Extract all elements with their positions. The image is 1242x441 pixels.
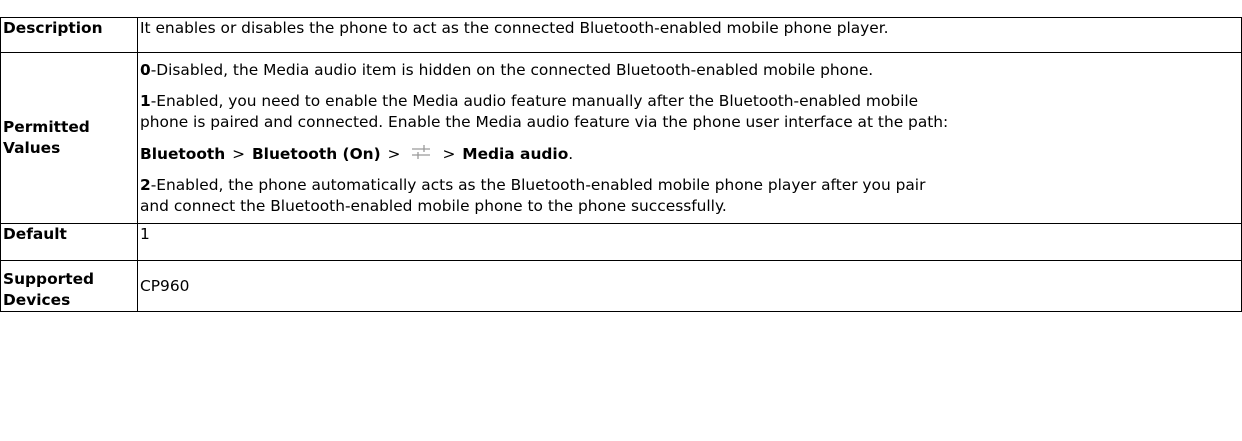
supported-devices-value: CP960 bbox=[137, 260, 1242, 312]
path-step-media-audio: Media audio bbox=[462, 145, 569, 163]
table-row-default: Default 1 bbox=[0, 223, 1242, 261]
option-0-text: -Disabled, the Media audio item is hidde… bbox=[150, 61, 874, 79]
description-label: Description bbox=[0, 17, 138, 53]
option-2-value: 2 bbox=[140, 176, 151, 194]
table-row-permitted-values: Permitted Values 0-Disabled, the Media a… bbox=[0, 52, 1242, 224]
default-label: Default bbox=[0, 223, 138, 261]
option-1-text-line2: phone is paired and connected. Enable th… bbox=[140, 113, 949, 131]
option-0-value: 0 bbox=[140, 61, 151, 79]
permitted-values-label-line1: Permitted bbox=[3, 118, 90, 136]
permitted-values-label-line2: Values bbox=[3, 139, 61, 157]
table-row-description: Description It enables or disables the p… bbox=[0, 17, 1242, 53]
parameter-table: Description It enables or disables the p… bbox=[0, 17, 1242, 312]
option-2-text-line2: and connect the Bluetooth-enabled mobile… bbox=[140, 197, 727, 215]
path-separator: > bbox=[442, 145, 456, 163]
option-0: 0-Disabled, the Media audio item is hidd… bbox=[140, 60, 1237, 81]
permitted-values-label: Permitted Values bbox=[0, 52, 138, 224]
table-row-supported-devices: Supported Devices CP960 bbox=[0, 260, 1242, 312]
supported-devices-label: Supported Devices bbox=[0, 260, 138, 312]
option-2: 2-Enabled, the phone automatically acts … bbox=[140, 175, 1237, 217]
menu-path: Bluetooth > Bluetooth (On) > > Media audi… bbox=[140, 143, 1237, 165]
default-value: 1 bbox=[137, 223, 1242, 261]
supported-devices-label-line2: Devices bbox=[3, 291, 71, 309]
supported-devices-label-line1: Supported bbox=[3, 270, 95, 288]
permitted-values-content: 0-Disabled, the Media audio item is hidd… bbox=[137, 52, 1242, 224]
path-step-bluetooth-on: Bluetooth (On) bbox=[251, 145, 381, 163]
settings-sliders-icon bbox=[412, 145, 431, 159]
option-1-text-line1: -Enabled, you need to enable the Media a… bbox=[150, 92, 919, 110]
path-separator: > bbox=[232, 145, 246, 163]
option-2-text-line1: -Enabled, the phone automatically acts a… bbox=[150, 176, 926, 194]
option-1: 1-Enabled, you need to enable the Media … bbox=[140, 91, 1237, 133]
option-1-value: 1 bbox=[140, 92, 151, 110]
document-page: Description It enables or disables the p… bbox=[0, 0, 1242, 441]
path-step-bluetooth: Bluetooth bbox=[140, 145, 226, 163]
path-separator: > bbox=[387, 145, 401, 163]
path-end: . bbox=[568, 145, 574, 163]
description-text: It enables or disables the phone to act … bbox=[137, 17, 1242, 53]
